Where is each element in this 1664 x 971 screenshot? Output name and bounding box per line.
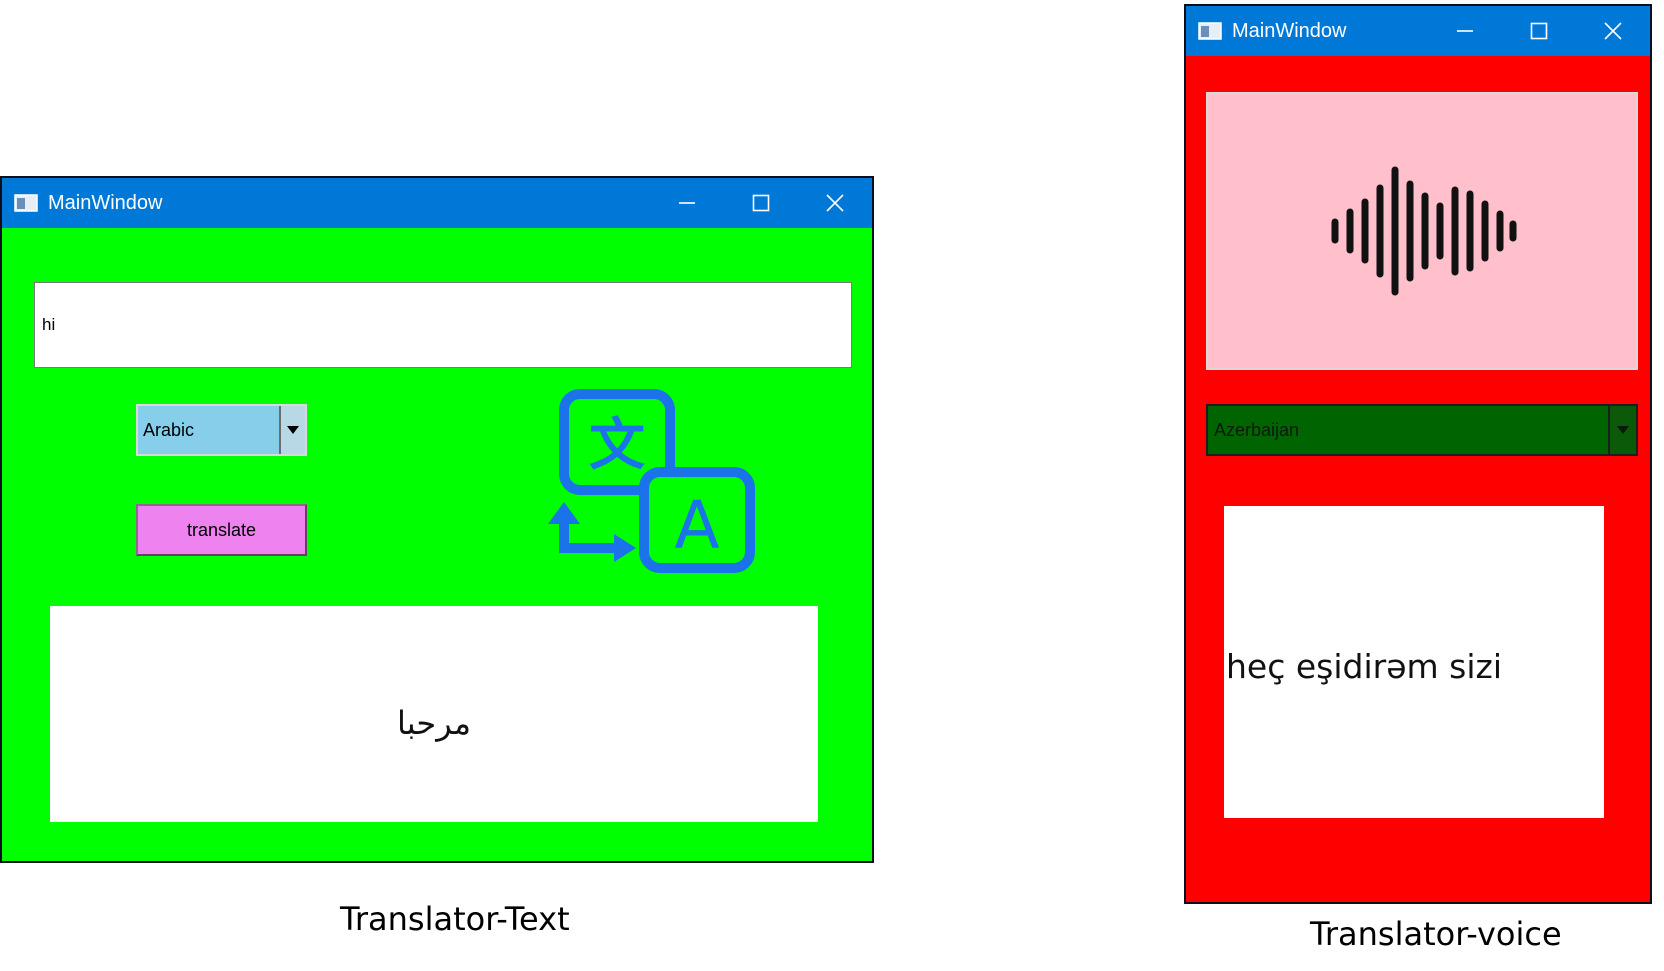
maximize-button[interactable] [724, 178, 798, 228]
voice-language-combo[interactable]: Azerbaijan [1206, 404, 1638, 456]
titlebar[interactable]: MainWindow [2, 178, 872, 228]
minimize-icon [1457, 30, 1473, 32]
translation-output-text: مرحبا [397, 704, 471, 742]
target-language-combo[interactable]: Arabic [136, 404, 307, 456]
svg-text:文: 文 [589, 413, 645, 478]
maximize-icon [752, 194, 770, 212]
titlebar[interactable]: MainWindow [1186, 6, 1650, 56]
source-text-input[interactable] [34, 282, 852, 368]
translate-icon: 文 A [544, 388, 770, 584]
window-title: MainWindow [48, 191, 163, 214]
window-title: MainWindow [1232, 19, 1347, 42]
svg-text:A: A [674, 487, 719, 564]
voice-output-box: heç eşidirəm sizi [1224, 506, 1604, 818]
combo-selected-value: Arabic [143, 419, 195, 440]
app-window-icon [14, 193, 38, 213]
chevron-down-icon [287, 426, 299, 434]
minimize-button[interactable] [650, 178, 724, 228]
sound-wave-icon [1331, 166, 1517, 296]
app-window-icon [1198, 21, 1222, 41]
chevron-down-icon [1617, 426, 1629, 434]
combo-selected-value: Azerbaijan [1214, 419, 1300, 440]
combo-dropdown-button[interactable] [279, 406, 305, 454]
voice-output-text: heç eşidirəm sizi [1226, 646, 1502, 686]
minimize-icon [679, 202, 695, 204]
translate-button[interactable]: translate [136, 504, 307, 556]
maximize-button[interactable] [1502, 6, 1576, 56]
minimize-button[interactable] [1428, 6, 1502, 56]
close-button[interactable] [1576, 6, 1650, 56]
combo-dropdown-button[interactable] [1608, 406, 1636, 454]
caption-voice-translator: Translator-voice [1310, 915, 1562, 953]
maximize-icon [1530, 22, 1548, 40]
caption-text-translator: Translator-Text [340, 900, 570, 938]
screenshot-stage: MainWindow Arabic translate 文 A [0, 0, 1664, 971]
voice-record-button[interactable] [1206, 92, 1638, 370]
close-icon [1604, 22, 1622, 40]
translation-output-box: مرحبا [50, 606, 818, 822]
close-icon [826, 194, 844, 212]
close-button[interactable] [798, 178, 872, 228]
